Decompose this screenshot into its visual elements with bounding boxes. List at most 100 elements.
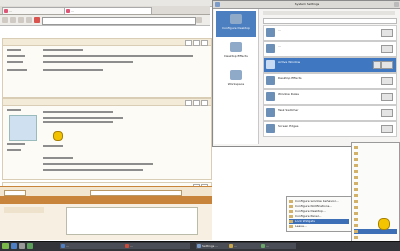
task-button[interactable]: ... bbox=[228, 243, 262, 249]
list-item[interactable]: ... bbox=[263, 41, 397, 57]
desktop-context-menu: Configure window behavior... Configure N… bbox=[286, 196, 352, 232]
configure-button[interactable] bbox=[381, 125, 393, 133]
post-header bbox=[3, 99, 211, 106]
favicon-icon bbox=[66, 9, 70, 13]
item-icon bbox=[354, 187, 358, 191]
post-author-info bbox=[7, 149, 21, 151]
item-icon bbox=[266, 28, 275, 37]
post-author-info bbox=[7, 55, 25, 57]
list-item[interactable]: ... bbox=[263, 25, 397, 41]
close-icon[interactable] bbox=[394, 2, 399, 7]
back-icon[interactable] bbox=[2, 17, 8, 23]
url-bar[interactable] bbox=[42, 17, 196, 25]
post-signature bbox=[43, 163, 153, 165]
post-link[interactable] bbox=[43, 157, 73, 159]
tab-strip: ... ... bbox=[0, 6, 210, 15]
launcher-icon[interactable] bbox=[2, 243, 9, 249]
menu-item[interactable] bbox=[354, 175, 397, 180]
list-item[interactable]: Desktop Effects bbox=[263, 73, 397, 89]
post-text bbox=[43, 111, 113, 113]
search-input[interactable] bbox=[263, 18, 397, 24]
menu-item[interactable] bbox=[354, 169, 397, 174]
quick-reply-header bbox=[0, 196, 212, 204]
menu-item[interactable] bbox=[354, 163, 397, 168]
item-title: Desktop Effects bbox=[278, 76, 302, 80]
edit-button[interactable] bbox=[201, 100, 208, 106]
list-item-selected[interactable]: Active Window bbox=[263, 57, 397, 73]
reload-icon[interactable] bbox=[18, 17, 24, 23]
item-icon bbox=[289, 214, 293, 218]
menu-item[interactable] bbox=[354, 199, 397, 204]
sidebar-item-label: Workspace bbox=[227, 82, 245, 86]
sidebar-item-workspace[interactable]: Workspace bbox=[216, 67, 256, 93]
menu-icon[interactable] bbox=[196, 17, 202, 23]
browser-tab[interactable]: ... bbox=[2, 7, 70, 14]
app-icon[interactable] bbox=[11, 243, 17, 249]
list-item[interactable]: Screen Edges bbox=[263, 121, 397, 137]
configure-button[interactable] bbox=[381, 93, 393, 101]
configure-button[interactable] bbox=[381, 61, 393, 69]
clock[interactable] bbox=[366, 243, 396, 249]
item-icon bbox=[354, 163, 358, 167]
task-button[interactable]: Settings ... bbox=[196, 243, 230, 249]
post-text bbox=[43, 49, 83, 51]
home-icon[interactable] bbox=[26, 17, 32, 23]
configure-button[interactable] bbox=[381, 109, 393, 117]
forward-icon[interactable] bbox=[10, 17, 16, 23]
post-signature bbox=[43, 169, 143, 171]
post-author[interactable] bbox=[7, 49, 21, 51]
menu-item[interactable] bbox=[354, 205, 397, 210]
reply-button[interactable] bbox=[193, 100, 200, 106]
item-icon bbox=[289, 209, 293, 213]
menu-item[interactable] bbox=[354, 235, 397, 240]
item-icon bbox=[354, 199, 358, 203]
item-icon bbox=[266, 44, 275, 53]
list-item[interactable]: Task Switcher bbox=[263, 105, 397, 121]
configure-button[interactable] bbox=[381, 45, 393, 53]
menu-item[interactable]: Leave... bbox=[289, 224, 349, 229]
quote-button[interactable] bbox=[185, 100, 192, 106]
browser-tab-active[interactable]: ... bbox=[64, 7, 152, 14]
edit-button[interactable] bbox=[201, 40, 208, 46]
quick-reply-label bbox=[4, 207, 44, 213]
sidebar-item-desktop-effects[interactable]: Desktop Effects bbox=[216, 39, 256, 65]
sidebar-item-configure-desktop[interactable]: Configure Desktop bbox=[216, 11, 256, 37]
post-text bbox=[43, 121, 113, 123]
app-icon[interactable] bbox=[19, 243, 25, 249]
menu-item[interactable] bbox=[354, 157, 397, 162]
menu-item[interactable] bbox=[354, 193, 397, 198]
menu-item[interactable] bbox=[354, 211, 397, 216]
tray-menu bbox=[351, 142, 400, 242]
sidebar-item-label: Configure Desktop bbox=[222, 26, 250, 30]
menu-item[interactable] bbox=[354, 145, 397, 150]
menu-item[interactable] bbox=[354, 223, 397, 228]
menu-item[interactable] bbox=[354, 217, 397, 222]
reply-button[interactable] bbox=[193, 40, 200, 46]
item-title: Screen Edges bbox=[278, 124, 299, 128]
post-text bbox=[43, 69, 103, 71]
stop-icon[interactable] bbox=[34, 17, 40, 23]
menu-item-selected[interactable] bbox=[354, 229, 397, 234]
task-button[interactable]: ... bbox=[260, 243, 296, 249]
task-button[interactable]: ... bbox=[60, 243, 126, 249]
configure-button[interactable] bbox=[381, 29, 393, 37]
item-icon bbox=[289, 224, 293, 228]
item-icon bbox=[354, 205, 358, 209]
menu-item[interactable] bbox=[354, 181, 397, 186]
menu-item[interactable] bbox=[354, 151, 397, 156]
info-button[interactable] bbox=[373, 61, 381, 69]
item-title: Window Rules bbox=[278, 92, 299, 96]
post-author[interactable] bbox=[7, 109, 21, 111]
task-button[interactable]: ... bbox=[124, 243, 190, 249]
smiley-icon bbox=[53, 131, 63, 141]
list-item[interactable]: Window Rules bbox=[263, 89, 397, 105]
app-icon bbox=[215, 2, 220, 7]
menu-item[interactable] bbox=[354, 187, 397, 192]
quick-reply-textarea[interactable] bbox=[66, 207, 198, 235]
quote-button[interactable] bbox=[185, 40, 192, 46]
configure-button[interactable] bbox=[381, 77, 393, 85]
item-icon bbox=[354, 175, 358, 179]
desktop-icon bbox=[230, 14, 242, 24]
settings-sidebar: Configure Desktop Desktop Effects Worksp… bbox=[214, 9, 259, 144]
app-icon[interactable] bbox=[27, 243, 33, 249]
